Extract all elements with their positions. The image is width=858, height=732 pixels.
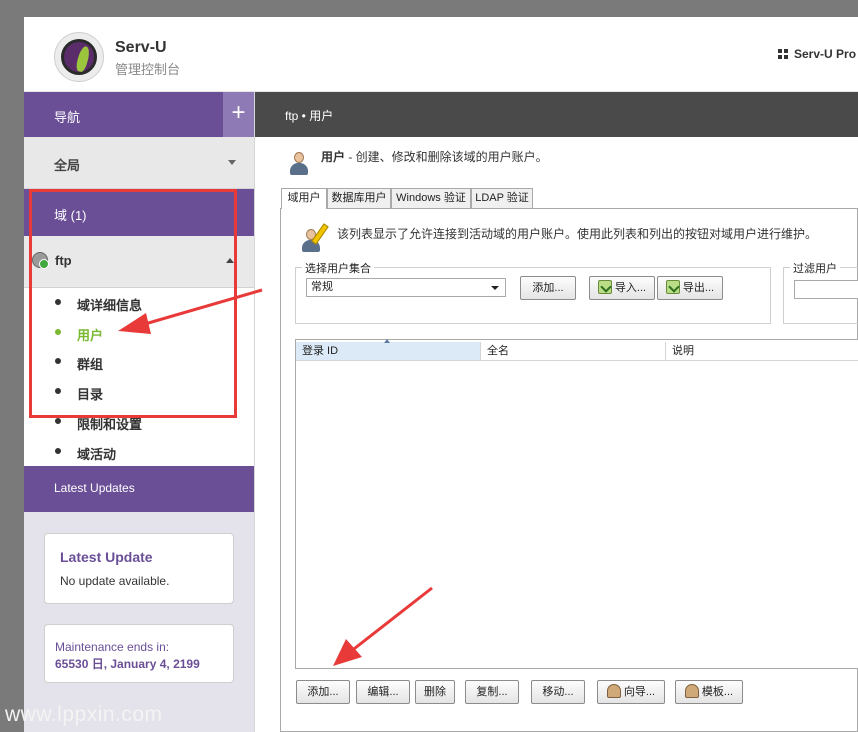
user-collection-value: 常规 bbox=[311, 281, 333, 293]
bullet-icon bbox=[55, 388, 61, 394]
column-header-label: 全名 bbox=[487, 345, 509, 357]
subnav-label: 目录 bbox=[77, 387, 104, 402]
filter-users-group: 过滤用户 bbox=[783, 260, 858, 324]
latest-updates-header[interactable]: Latest Updates bbox=[24, 466, 254, 512]
edit-user-icon bbox=[301, 223, 329, 253]
tab-domain-users[interactable]: 域用户 bbox=[281, 188, 327, 209]
import-icon bbox=[597, 280, 612, 294]
maintenance-date: 65530 日, January 4, 2199 bbox=[55, 657, 200, 671]
subnav-label: 用户 bbox=[77, 328, 104, 343]
filter-users-legend: 过滤用户 bbox=[790, 260, 840, 276]
breadcrumb: ftp • 用户 bbox=[285, 109, 334, 123]
bullet-icon bbox=[55, 299, 61, 305]
template-button[interactable]: 模板... bbox=[675, 680, 743, 704]
subnav-label: 域活动 bbox=[77, 447, 117, 462]
add-collection-button[interactable]: 添加... bbox=[520, 276, 576, 300]
product-menu-link[interactable]: Serv-U Pro bbox=[778, 47, 856, 61]
add-user-button[interactable]: 添加... bbox=[296, 680, 350, 704]
sidebar-item-label: 全局 bbox=[54, 158, 81, 173]
subnav-label: 限制和设置 bbox=[77, 417, 143, 432]
tab-windows-auth[interactable]: Windows 验证 bbox=[391, 188, 471, 208]
user-icon bbox=[289, 152, 309, 176]
domain-subnav: 域详细信息 用户 群组 目录 限制和设置 域活动 bbox=[24, 288, 254, 466]
subnav-item-domain-activity[interactable]: 域活动 bbox=[24, 437, 254, 467]
export-label: 导出... bbox=[682, 282, 715, 294]
page-desc-title: 用户 bbox=[321, 150, 346, 164]
wizard-button[interactable]: 向导... bbox=[597, 680, 665, 704]
template-label: 模板... bbox=[701, 686, 734, 698]
wizard-label: 向导... bbox=[623, 686, 656, 698]
column-header-description[interactable]: 说明 bbox=[666, 342, 858, 361]
subnav-item-limits[interactable]: 限制和设置 bbox=[24, 407, 254, 437]
filter-users-input[interactable] bbox=[794, 280, 858, 299]
latest-update-text: No update available. bbox=[60, 574, 170, 588]
app-subtitle: 管理控制台 bbox=[115, 62, 181, 77]
export-icon bbox=[665, 280, 680, 294]
bullet-icon bbox=[55, 329, 61, 335]
subnav-item-directories[interactable]: 目录 bbox=[24, 377, 254, 407]
user-collection-legend: 选择用户集合 bbox=[302, 260, 374, 276]
column-header-label: 登录 ID bbox=[302, 345, 339, 357]
wizard-icon bbox=[606, 684, 621, 698]
maintenance-card: Maintenance ends in: 65530 日, January 4,… bbox=[44, 624, 234, 683]
latest-updates-label: Latest Updates bbox=[54, 481, 135, 495]
sidebar: 导航 + 全局 域 (1) ftp 域详细信息 用户 群组 目录 限制和设置 域… bbox=[24, 92, 254, 732]
check-badge-icon bbox=[39, 259, 49, 269]
grid-icon bbox=[778, 49, 788, 59]
export-button[interactable]: 导出... bbox=[657, 276, 723, 300]
chevron-up-icon bbox=[226, 258, 234, 263]
app-header: Serv-U 管理控制台 Serv-U Pro bbox=[24, 17, 858, 92]
move-user-button[interactable]: 移动... bbox=[531, 680, 585, 704]
serv-u-logo-icon bbox=[54, 32, 104, 82]
column-header-full-name[interactable]: 全名 bbox=[481, 342, 666, 361]
subnav-item-users[interactable]: 用户 bbox=[24, 318, 254, 348]
sort-asc-icon bbox=[384, 339, 390, 343]
subnav-item-domain-details[interactable]: 域详细信息 bbox=[24, 288, 254, 318]
user-collection-group: 选择用户集合 常规 添加... 导入... 导出... bbox=[295, 260, 771, 324]
subnav-label: 群组 bbox=[77, 357, 104, 372]
product-link-label: Serv-U Pro bbox=[794, 47, 857, 61]
app-title: Serv-U bbox=[115, 39, 167, 56]
users-table: 登录 ID 全名 说明 bbox=[295, 339, 858, 669]
user-collection-select[interactable]: 常规 bbox=[306, 278, 506, 297]
import-button[interactable]: 导入... bbox=[589, 276, 655, 300]
add-icon[interactable]: + bbox=[223, 92, 254, 137]
delete-user-button[interactable]: 删除 bbox=[415, 680, 455, 704]
dropdown-arrow-icon bbox=[491, 286, 499, 290]
column-header-login-id[interactable]: 登录 ID bbox=[296, 339, 481, 361]
latest-update-title: Latest Update bbox=[60, 549, 153, 565]
breadcrumb-bar: ftp • 用户 bbox=[255, 92, 858, 137]
bullet-icon bbox=[55, 448, 61, 454]
sidebar-item-ftp[interactable]: ftp bbox=[24, 236, 254, 288]
subnav-item-groups[interactable]: 群组 bbox=[24, 347, 254, 377]
maintenance-label: Maintenance ends in: bbox=[55, 640, 170, 654]
tab-ldap-auth[interactable]: LDAP 验证 bbox=[471, 188, 533, 208]
sidebar-item-label: ftp bbox=[55, 253, 72, 268]
subnav-label: 域详细信息 bbox=[77, 298, 143, 313]
sidebar-item-domain[interactable]: 域 (1) bbox=[24, 189, 254, 236]
copy-user-button[interactable]: 复制... bbox=[465, 680, 519, 704]
edit-user-button[interactable]: 编辑... bbox=[356, 680, 410, 704]
sidebar-item-global[interactable]: 全局 bbox=[24, 137, 254, 189]
bullet-icon bbox=[55, 418, 61, 424]
import-label: 导入... bbox=[614, 282, 647, 294]
nav-header-label: 导航 bbox=[54, 110, 81, 125]
chevron-down-icon bbox=[228, 160, 236, 165]
panel-description: 该列表显示了允许连接到活动域的用户账户。使用此列表和列出的按钮对域用户进行维护。 bbox=[337, 227, 818, 241]
sidebar-item-label: 域 (1) bbox=[54, 208, 87, 223]
template-icon bbox=[684, 684, 699, 698]
column-header-label: 说明 bbox=[672, 345, 694, 357]
watermark-text: www.lppxin.com bbox=[5, 703, 163, 726]
page-description: 用户 - 创建、修改和删除该域的用户账户。 bbox=[321, 148, 548, 165]
bullet-icon bbox=[55, 358, 61, 364]
page-desc-text: - 创建、修改和删除该域的用户账户。 bbox=[345, 150, 548, 164]
app-window: Serv-U 管理控制台 Serv-U Pro 导航 + 全局 域 (1) ft… bbox=[24, 17, 858, 732]
latest-update-card: Latest Update No update available. bbox=[44, 533, 234, 604]
tab-panel-domain-users: 该列表显示了允许连接到活动域的用户账户。使用此列表和列出的按钮对域用户进行维护。… bbox=[280, 208, 858, 732]
nav-header: 导航 + bbox=[24, 92, 254, 137]
tab-database-users[interactable]: 数据库用户 bbox=[327, 188, 391, 208]
